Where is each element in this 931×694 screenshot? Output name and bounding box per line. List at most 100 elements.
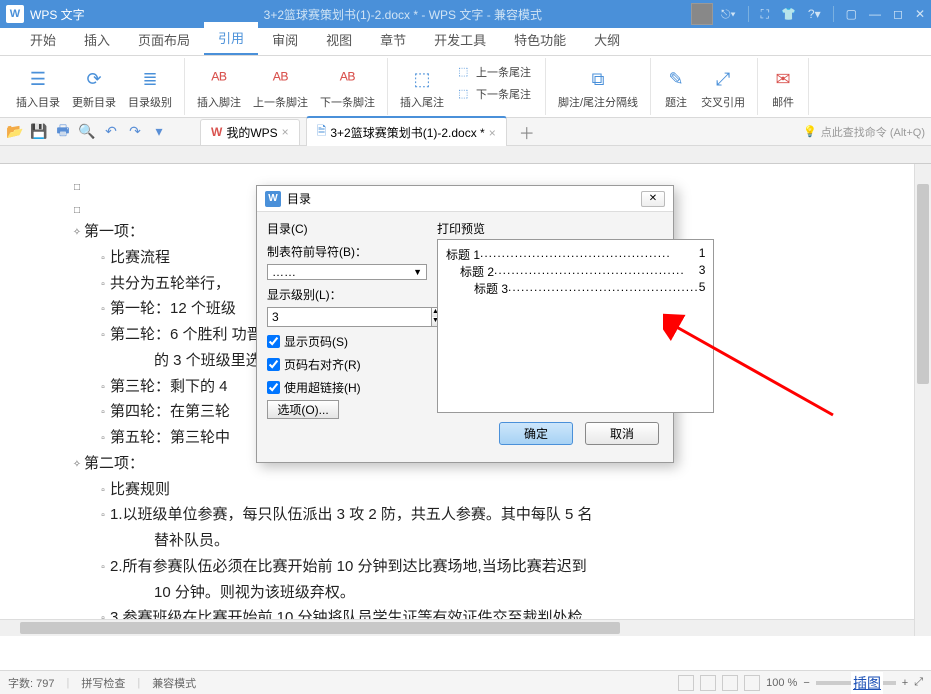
line-text: 2.所有参赛队伍必须在比赛开始前 10 分钟到达比赛场地,当场比赛若迟到 bbox=[110, 555, 587, 580]
dialog-right-panel: 打印预览 标题 1...............................… bbox=[437, 220, 714, 414]
command-search[interactable]: 💡点此查找命令 (Alt+Q) bbox=[803, 124, 925, 140]
view-read-icon[interactable] bbox=[744, 675, 760, 691]
scrollbar-thumb[interactable] bbox=[20, 622, 620, 634]
update-toc-button[interactable]: ⟳更新目录 bbox=[66, 60, 122, 116]
document-line[interactable]: ▫2.所有参赛队伍必须在比赛开始前 10 分钟到达比赛场地,当场比赛若迟到 bbox=[40, 555, 911, 580]
insert-footnote-button[interactable]: ᴬᴮ插入脚注 bbox=[191, 60, 247, 116]
user-avatar[interactable] bbox=[691, 3, 713, 25]
tab-developer[interactable]: 开发工具 bbox=[420, 24, 500, 55]
vertical-scrollbar[interactable] bbox=[914, 164, 931, 636]
document-line[interactable]: 10 分钟。则视为该班级弃权。 bbox=[40, 581, 911, 606]
preview-line: 标题 1....................................… bbox=[446, 246, 705, 263]
refresh-icon: ⟳ bbox=[81, 66, 107, 92]
line-text: 第五轮：第三轮中 bbox=[110, 426, 230, 451]
horizontal-scrollbar[interactable] bbox=[0, 619, 914, 636]
maximize-icon[interactable]: ◻ bbox=[893, 7, 903, 21]
crossref-button[interactable]: ⤢交叉引用 bbox=[695, 60, 751, 116]
zoom-out-button[interactable]: − bbox=[803, 677, 809, 689]
view-web-icon[interactable] bbox=[722, 675, 738, 691]
tab-insert[interactable]: 插入 bbox=[70, 24, 124, 55]
tab-page-layout[interactable]: 页面布局 bbox=[124, 24, 204, 55]
compat-mode-status: 兼容模式 bbox=[152, 675, 196, 691]
ok-button[interactable]: 确定 bbox=[499, 422, 573, 445]
document-line[interactable]: ▫1.以班级单位参赛，每只队伍派出 3 攻 2 防，共五人参赛。其中每队 5 名 bbox=[40, 503, 911, 528]
restore-down-icon[interactable]: ▢ bbox=[846, 7, 857, 21]
endnote-icon: ⬚ bbox=[409, 66, 435, 92]
tab-review[interactable]: 审阅 bbox=[258, 24, 312, 55]
close-icon[interactable]: ✕ bbox=[915, 7, 925, 21]
redo-icon[interactable]: ↷ bbox=[126, 123, 144, 141]
open-icon[interactable]: 📂 bbox=[6, 123, 24, 141]
ribbon-group-endnote: ⬚插入尾注 ⬚上一条尾注 ⬚下一条尾注 bbox=[388, 58, 546, 115]
right-align-checkbox[interactable]: 页码右对齐(R) bbox=[267, 356, 427, 373]
word-count[interactable]: 字数: 797 bbox=[8, 675, 54, 691]
tab-outline[interactable]: 大纲 bbox=[580, 24, 634, 55]
line-text: 比赛流程 bbox=[110, 246, 170, 271]
car-icon[interactable]: ⎋▾ bbox=[721, 7, 736, 22]
skin-icon[interactable]: ⛶ bbox=[761, 7, 769, 22]
scrollbar-thumb[interactable] bbox=[917, 184, 929, 384]
tab-close-icon[interactable]: × bbox=[282, 125, 289, 139]
outline-marker: ▫ bbox=[96, 483, 110, 500]
cancel-button[interactable]: 取消 bbox=[585, 422, 659, 445]
insert-picture-link[interactable]: 插图 bbox=[851, 672, 883, 694]
menu-tabs: 开始 插入 页面布局 引用 审阅 视图 章节 开发工具 特色功能 大纲 bbox=[0, 28, 931, 56]
horizontal-ruler[interactable] bbox=[0, 146, 931, 164]
new-tab-button[interactable]: ＋ bbox=[513, 120, 541, 144]
show-page-checkbox[interactable]: 显示页码(S) bbox=[267, 333, 427, 350]
view-page-icon[interactable] bbox=[678, 675, 694, 691]
doc-icon: 🗎 bbox=[317, 122, 327, 143]
tab-features[interactable]: 特色功能 bbox=[500, 24, 580, 55]
caption-button[interactable]: ✎题注 bbox=[657, 60, 695, 116]
save-icon[interactable]: 💾 bbox=[30, 123, 48, 141]
note-sep-button[interactable]: ⧉脚注/尾注分隔线 bbox=[552, 60, 644, 116]
document-line[interactable]: ▫比赛规则 bbox=[40, 478, 911, 503]
tab-close-icon[interactable]: × bbox=[489, 126, 496, 140]
insert-toc-button[interactable]: ☰插入目录 bbox=[10, 60, 66, 116]
line-text: 第一项： bbox=[84, 220, 144, 245]
line-text: 10 分钟。则视为该班级弃权。 bbox=[154, 581, 355, 606]
title-doc-name: 3+2篮球赛策划书(1)-2.docx * - WPS 文字 - 兼容模式 bbox=[115, 6, 691, 23]
options-button[interactable]: 选项(O)... bbox=[267, 400, 339, 419]
next-footnote-button[interactable]: ᴬᴮ下一条脚注 bbox=[314, 60, 381, 116]
mail-button[interactable]: ✉邮件 bbox=[764, 60, 802, 116]
show-level-spinner[interactable]: ▲▼ bbox=[267, 307, 427, 327]
next-endnote-button[interactable]: ⬚下一条尾注 bbox=[454, 84, 535, 104]
show-level-input[interactable] bbox=[267, 307, 432, 327]
zoom-in-button[interactable]: + bbox=[902, 677, 908, 689]
outline-marker: ✧ bbox=[70, 225, 84, 242]
tab-references[interactable]: 引用 bbox=[204, 22, 258, 55]
wps-logo-icon: W bbox=[211, 125, 222, 139]
preview-icon[interactable]: 🔍 bbox=[78, 123, 96, 141]
tab-current-document[interactable]: 🗎3+2篮球赛策划书(1)-2.docx *× bbox=[306, 116, 507, 147]
dialog-close-button[interactable]: ✕ bbox=[641, 191, 665, 207]
help-icon[interactable]: ?▾ bbox=[808, 7, 821, 21]
dropdown-icon[interactable]: ▾ bbox=[150, 123, 168, 141]
app-name: WPS 文字 bbox=[30, 6, 85, 23]
tab-my-wps[interactable]: W我的WPS× bbox=[200, 119, 300, 145]
prev-footnote-button[interactable]: ᴬᴮ上一条脚注 bbox=[247, 60, 314, 116]
prev-endnote-button[interactable]: ⬚上一条尾注 bbox=[454, 62, 535, 82]
next-endnote-icon: ⬚ bbox=[458, 87, 472, 101]
undo-icon[interactable]: ↶ bbox=[102, 123, 120, 141]
insert-endnote-button[interactable]: ⬚插入尾注 bbox=[394, 60, 450, 116]
tab-start[interactable]: 开始 bbox=[16, 24, 70, 55]
footnote-icon: ᴬᴮ bbox=[206, 66, 232, 92]
zoom-value[interactable]: 100 % bbox=[766, 677, 797, 689]
hyperlink-checkbox[interactable]: 使用超链接(H) bbox=[267, 379, 427, 396]
spell-check-status[interactable]: 拼写检查 bbox=[81, 675, 125, 691]
print-icon[interactable]: 🖶 bbox=[54, 123, 72, 141]
toc-level-button[interactable]: ≣目录级别 bbox=[122, 60, 178, 116]
document-line[interactable]: 替补队员。 bbox=[40, 529, 911, 554]
line-text: 第二项： bbox=[84, 452, 144, 477]
fit-icon[interactable]: ⤢ bbox=[914, 676, 923, 689]
shirt-icon[interactable]: 👕 bbox=[781, 7, 796, 21]
tab-chapter[interactable]: 章节 bbox=[366, 24, 420, 55]
view-outline-icon[interactable] bbox=[700, 675, 716, 691]
tab-leader-combo[interactable]: ……▼ bbox=[267, 264, 427, 280]
tab-view[interactable]: 视图 bbox=[312, 24, 366, 55]
dialog-titlebar[interactable]: W 目录 ✕ bbox=[257, 186, 673, 212]
ribbon: ☰插入目录 ⟳更新目录 ≣目录级别 ᴬᴮ插入脚注 ᴬᴮ上一条脚注 ᴬᴮ下一条脚注… bbox=[0, 56, 931, 118]
outline-marker: ▫ bbox=[96, 380, 110, 397]
minimize-icon[interactable]: — bbox=[869, 7, 881, 21]
